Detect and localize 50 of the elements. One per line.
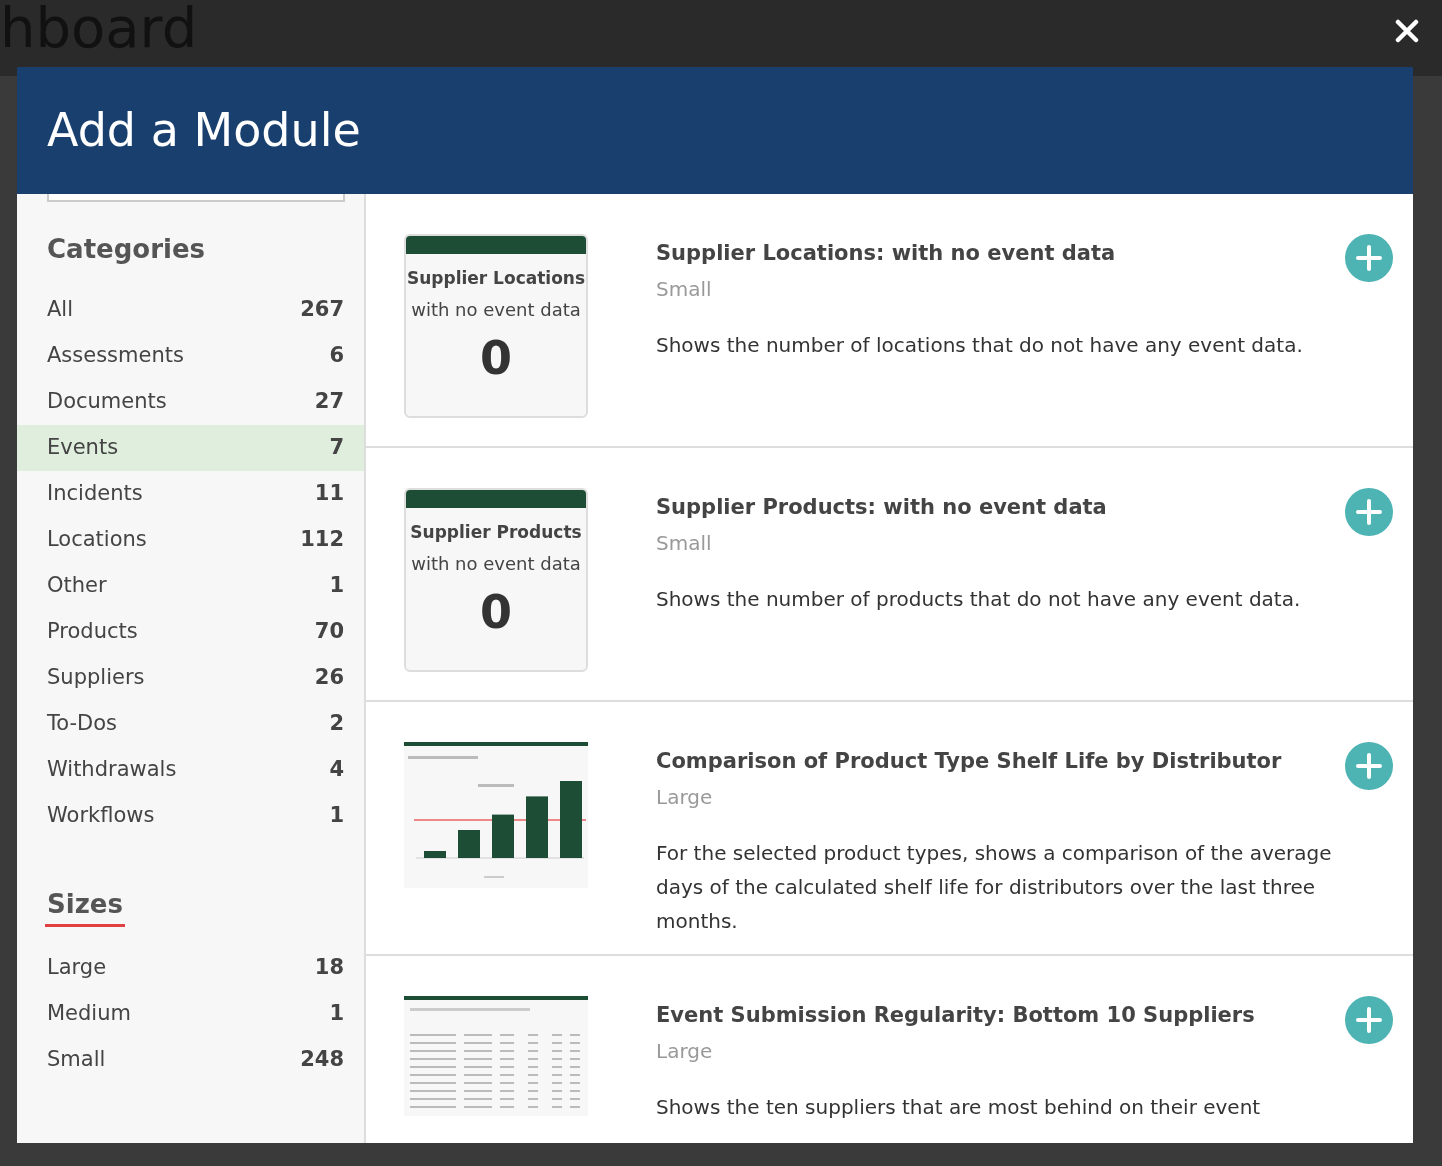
filter-item[interactable]: To-Dos 2 [17,701,364,747]
plus-icon [1355,1006,1383,1034]
plus-icon [1355,244,1383,272]
modal-title: Add a Module [47,102,361,159]
chart-bar [458,830,480,858]
filter-item[interactable]: Small 248 [17,1037,364,1083]
close-icon [1395,19,1419,43]
card-value: 0 [480,588,512,635]
card-subtitle: with no event data [411,551,581,576]
card-value: 0 [480,334,512,381]
chart-bar [526,796,548,858]
sizes-heading: Sizes [45,885,125,927]
module-description: Shows the number of products that do not have any event data. [656,585,1302,613]
chart-bar [424,851,446,858]
module-title: Event Submission Regularity: Bottom 10 Suppliers [656,1002,1255,1029]
filter-item[interactable]: Documents 27 [17,379,364,425]
card-subtitle: with no event data [411,297,581,322]
filter-item[interactable]: Large 18 [17,945,364,991]
add-module-button[interactable] [1345,488,1393,536]
filter-item[interactable]: Events 7 [17,425,364,471]
filter-item[interactable]: Workflows 1 [17,793,364,839]
chart-bar [492,814,514,858]
filter-item[interactable]: All 267 [17,287,364,333]
module-size: Small [656,529,713,557]
search-field[interactable] [47,194,345,202]
plus-icon [1355,498,1383,526]
filter-item[interactable]: Locations 112 [17,517,364,563]
module-title: Comparison of Product Type Shelf Life by Distributor [656,748,1282,775]
add-module-button[interactable] [1345,234,1393,282]
filter-item[interactable]: Products 70 [17,609,364,655]
filter-item[interactable]: Assessments 6 [17,333,364,379]
filter-item[interactable]: Suppliers 26 [17,655,364,701]
add-module-button[interactable] [1345,742,1393,790]
card-title: Supplier Products [410,521,582,544]
module-description: For the selected product types, shows a comparison of the average days of the calculated shelf life for distributors over the last three months. [656,839,1333,935]
module-description: Shows the ten suppliers that are most behind on their event [656,1093,1262,1121]
module-size: Large [656,1037,714,1065]
filter-item[interactable]: Incidents 11 [17,471,364,517]
filter-item[interactable]: Medium 1 [17,991,364,1037]
filter-item[interactable]: Other 1 [17,563,364,609]
add-module-button[interactable] [1345,996,1393,1044]
filter-item[interactable]: Withdrawals 4 [17,747,364,793]
module-description: Shows the number of locations that do not have any event data. [656,331,1304,359]
module-size: Small [656,275,713,303]
plus-icon [1355,752,1383,780]
categories-heading: Categories [47,233,205,266]
module-size: Large [656,783,714,811]
card-title: Supplier Locations [406,267,586,290]
module-title: Supplier Locations: with no event data [656,240,1116,267]
module-title: Supplier Products: with no event data [656,494,1107,521]
